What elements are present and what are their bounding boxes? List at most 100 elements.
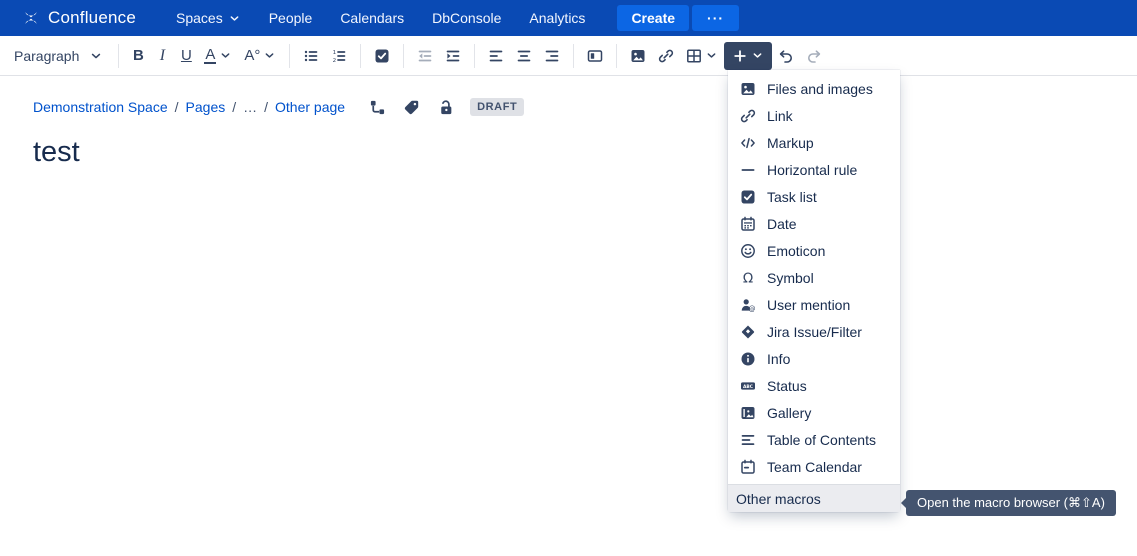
- bullet-list-button[interactable]: [297, 42, 325, 70]
- insert-more-button[interactable]: [724, 42, 772, 70]
- menu-jira-issue-filter[interactable]: Jira Issue/Filter: [728, 318, 900, 345]
- layout-icon: [587, 48, 603, 64]
- breadcrumb-pages[interactable]: Pages: [186, 99, 226, 115]
- undo-icon: [778, 48, 794, 64]
- indent-icon: [445, 48, 461, 64]
- align-right-icon: [544, 48, 560, 64]
- menu-link[interactable]: Link: [728, 102, 900, 129]
- menu-markup[interactable]: Markup: [728, 129, 900, 156]
- gallery-icon: [740, 405, 756, 421]
- draft-status-badge: DRAFT: [470, 98, 524, 116]
- menu-date[interactable]: Date: [728, 210, 900, 237]
- insert-files-button[interactable]: [624, 42, 652, 70]
- task-icon: [740, 189, 756, 205]
- more-formatting-button[interactable]: A°: [238, 42, 282, 70]
- undo-button[interactable]: [772, 42, 800, 70]
- confluence-brand[interactable]: Confluence: [22, 8, 136, 28]
- text-color-glyph: A: [204, 48, 216, 64]
- menu-other-macros[interactable]: Other macros: [728, 484, 900, 512]
- breadcrumb-collapsed[interactable]: …: [243, 99, 257, 115]
- menu-item-label: Team Calendar: [767, 459, 862, 475]
- align-left-button[interactable]: [482, 42, 510, 70]
- paragraph-style-select[interactable]: Paragraph: [10, 43, 111, 69]
- page-title-field[interactable]: test: [33, 136, 1137, 169]
- breadcrumb-separator: /: [264, 99, 268, 115]
- menu-files-and-images[interactable]: Files and images: [728, 75, 900, 102]
- page-tree-icon[interactable]: [369, 99, 386, 116]
- menu-status[interactable]: Status: [728, 372, 900, 399]
- nav-spaces[interactable]: Spaces: [162, 4, 255, 32]
- link-icon: [740, 108, 756, 124]
- team-calendar-icon: [740, 459, 756, 475]
- nav-more-button[interactable]: ···: [692, 5, 739, 31]
- menu-team-calendar[interactable]: Team Calendar: [728, 453, 900, 480]
- menu-item-label: User mention: [767, 297, 850, 313]
- underline-button[interactable]: U: [174, 42, 198, 70]
- menu-symbol[interactable]: Symbol: [728, 264, 900, 291]
- number-list-icon: [331, 48, 347, 64]
- indent-button[interactable]: [439, 42, 467, 70]
- text-color-button[interactable]: A: [198, 42, 238, 70]
- insert-dropdown-menu: Files and imagesLinkMarkupHorizontal rul…: [728, 70, 900, 512]
- insert-link-button[interactable]: [652, 42, 680, 70]
- align-left-icon: [488, 48, 504, 64]
- emoticon-icon: [740, 243, 756, 259]
- toolbar-separator: [616, 44, 617, 68]
- nav-item-label: Calendars: [340, 10, 404, 26]
- nav-item-label: Spaces: [176, 10, 223, 26]
- nav-people[interactable]: People: [255, 4, 327, 32]
- nav-item-label: DbConsole: [432, 10, 501, 26]
- nav-item-label: Analytics: [529, 10, 585, 26]
- chevron-icon: [263, 49, 276, 62]
- status-icon: [740, 378, 756, 394]
- breadcrumb-separator: /: [232, 99, 236, 115]
- markup-icon: [740, 135, 756, 151]
- menu-user-mention[interactable]: User mention: [728, 291, 900, 318]
- breadcrumb-separator: /: [175, 99, 179, 115]
- insert-table-button[interactable]: [680, 42, 724, 70]
- menu-item-label: Date: [767, 216, 797, 232]
- bullet-list-icon: [303, 48, 319, 64]
- menu-info[interactable]: Info: [728, 345, 900, 372]
- chevron-icon: [219, 49, 232, 62]
- jira-icon: [740, 324, 756, 340]
- toolbar-separator: [289, 44, 290, 68]
- more-formatting-glyph: A°: [244, 48, 260, 64]
- table-icon: [686, 48, 702, 64]
- menu-gallery[interactable]: Gallery: [728, 399, 900, 426]
- breadcrumb-space[interactable]: Demonstration Space: [33, 99, 168, 115]
- menu-item-label: Table of Contents: [767, 432, 876, 448]
- restrictions-unlocked-icon[interactable]: [437, 99, 454, 116]
- menu-task-list[interactable]: Task list: [728, 183, 900, 210]
- user-mention-icon: [740, 297, 756, 313]
- nav-analytics[interactable]: Analytics: [515, 4, 599, 32]
- create-button[interactable]: Create: [617, 5, 689, 31]
- chevron-icon: [228, 12, 241, 25]
- hr-icon: [740, 162, 756, 178]
- italic-button[interactable]: I: [150, 42, 174, 70]
- nav-menu: Spaces People Calendars DbConsole Analytics: [162, 4, 599, 32]
- menu-emoticon[interactable]: Emoticon: [728, 237, 900, 264]
- menu-item-label: Emoticon: [767, 243, 825, 259]
- menu-horizontal-rule[interactable]: Horizontal rule: [728, 156, 900, 183]
- bold-button[interactable]: B: [126, 42, 150, 70]
- page-layout-button[interactable]: [581, 42, 609, 70]
- paragraph-style-label: Paragraph: [14, 48, 79, 64]
- menu-item-label: Task list: [767, 189, 817, 205]
- underline-glyph: U: [180, 48, 192, 64]
- outdent-button: [411, 42, 439, 70]
- align-right-button[interactable]: [538, 42, 566, 70]
- breadcrumb-other-page[interactable]: Other page: [275, 99, 345, 115]
- menu-table-of-contents[interactable]: Table of Contents: [728, 426, 900, 453]
- align-center-button[interactable]: [510, 42, 538, 70]
- redo-icon: [806, 48, 822, 64]
- task-list-button[interactable]: [368, 42, 396, 70]
- nav-dbconsole[interactable]: DbConsole: [418, 4, 515, 32]
- labels-icon[interactable]: [403, 99, 420, 116]
- toolbar-separator: [474, 44, 475, 68]
- numbered-list-button[interactable]: [325, 42, 353, 70]
- top-navbar: Confluence Spaces People Calendars DbConsol…: [0, 0, 1137, 36]
- nav-calendars[interactable]: Calendars: [326, 4, 418, 32]
- editor-toolbar: Paragraph BIUA A°: [0, 36, 1137, 76]
- chevron-icon: [751, 49, 764, 62]
